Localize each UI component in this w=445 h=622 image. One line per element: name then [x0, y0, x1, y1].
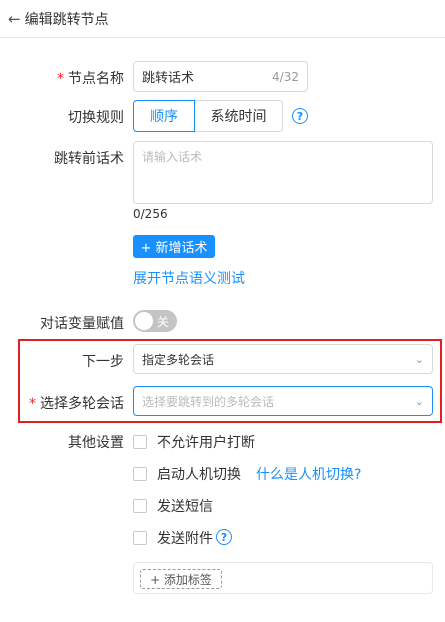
multi-session-select[interactable]: 选择要跳转到的多轮会话 ⌄	[133, 386, 433, 416]
pre-jump-count: 0/256	[133, 207, 168, 221]
back-arrow-icon[interactable]: ←	[8, 10, 21, 28]
chevron-down-icon: ⌄	[414, 394, 424, 408]
question-help-icon[interactable]: ?	[292, 108, 308, 124]
switch-rule-segmented: 顺序 系统时间	[133, 100, 283, 132]
required-mark: *	[57, 71, 64, 87]
next-step-select[interactable]: 指定多轮会话 ⌄	[133, 344, 433, 374]
checkbox-human-handoff[interactable]: 启动人机切换	[133, 464, 241, 484]
multi-session-label: * 选择多轮会话	[4, 393, 124, 413]
checkbox-send-attachment[interactable]: 发送附件	[133, 528, 213, 548]
node-name-input[interactable]: 跳转话术 4/32	[133, 61, 308, 92]
checkbox-label: 不允许用户打断	[157, 435, 255, 451]
checkbox-send-sms[interactable]: 发送短信	[133, 496, 213, 516]
checkbox-box[interactable]	[133, 499, 147, 513]
switch-rule-label: 切换规则	[68, 110, 124, 126]
checkbox-label: 启动人机切换	[157, 467, 241, 483]
page-title: 编辑跳转节点	[24, 11, 109, 28]
add-script-button[interactable]: + 新增话术	[133, 235, 215, 258]
expand-semantic-test-link[interactable]: 展开节点语义测试	[133, 268, 245, 288]
add-tag-button[interactable]: + 添加标签	[140, 569, 222, 589]
page-header: ← 编辑跳转节点	[0, 0, 445, 38]
checkbox-box[interactable]	[133, 435, 147, 449]
switch-rule-option-system-time[interactable]: 系统时间	[195, 100, 283, 132]
what-is-handoff-link[interactable]: 什么是人机切换?	[256, 464, 361, 484]
switch-rule-option-sequence[interactable]: 顺序	[133, 100, 195, 132]
checkbox-label: 发送短信	[157, 499, 213, 515]
required-mark: *	[29, 396, 36, 412]
tag-area: + 添加标签	[133, 562, 433, 594]
question-help-icon[interactable]: ?	[216, 529, 232, 545]
node-name-count: 4/32	[272, 69, 299, 84]
node-name-label-text: 节点名称	[68, 71, 124, 87]
multi-session-placeholder: 选择要跳转到的多轮会话	[142, 394, 275, 409]
checkbox-no-interrupt[interactable]: 不允许用户打断	[133, 432, 255, 452]
checkbox-label: 发送附件	[157, 531, 213, 547]
node-name-value: 跳转话术	[142, 71, 195, 86]
next-step-label: 下一步	[82, 354, 124, 370]
chevron-down-icon: ⌄	[414, 352, 424, 366]
checkbox-box[interactable]	[133, 531, 147, 545]
var-assign-toggle[interactable]: 关	[133, 310, 177, 332]
toggle-knob	[135, 312, 153, 330]
node-name-label: * 节点名称	[4, 68, 124, 88]
var-assign-label: 对话变量赋值	[40, 316, 124, 332]
multi-session-label-text: 选择多轮会话	[40, 396, 124, 412]
other-settings-label: 其他设置	[68, 435, 124, 451]
next-step-value: 指定多轮会话	[142, 352, 215, 367]
toggle-text: 关	[157, 315, 170, 329]
pre-jump-textarea[interactable]: 请输入话术	[133, 141, 433, 204]
pre-jump-label: 跳转前话术	[54, 151, 124, 167]
pre-jump-placeholder: 请输入话术	[142, 150, 203, 164]
checkbox-box[interactable]	[133, 467, 147, 481]
